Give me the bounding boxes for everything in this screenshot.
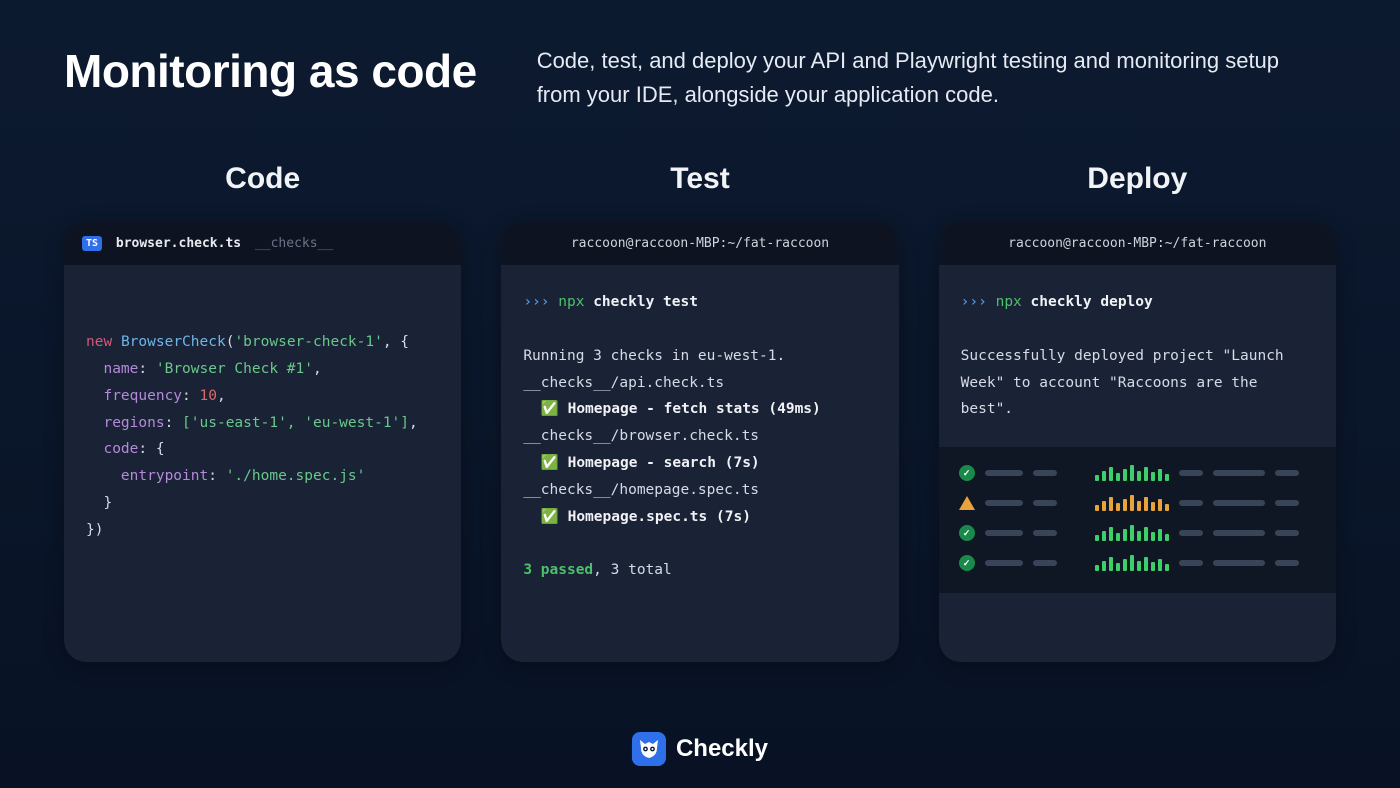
brand-logo: Checkly	[632, 732, 768, 766]
dashboard-row: ✓	[959, 555, 1316, 571]
code-filename: browser.check.ts	[116, 236, 241, 251]
status-ok-icon: ✓	[959, 555, 975, 571]
sparkline-bars	[1095, 495, 1169, 511]
code-snippet: new BrowserCheck('browser-check-1', { na…	[64, 265, 461, 662]
deploy-card: raccoon@raccoon-MBP:~/fat-raccoon ››› np…	[939, 222, 1336, 662]
dashboard-row	[959, 495, 1316, 511]
code-card-header: TS browser.check.ts __checks__	[64, 222, 461, 265]
test-card: raccoon@raccoon-MBP:~/fat-raccoon ››› np…	[501, 222, 898, 662]
deploy-dashboard-illustration: ✓ ✓ ✓	[939, 447, 1336, 593]
check-pass-icon: ✅	[541, 455, 559, 471]
deploy-output: ››› npx checkly deploy Successfully depl…	[939, 265, 1336, 447]
page-title: Monitoring as code	[64, 44, 477, 112]
code-card: TS browser.check.ts __checks__ new Brows…	[64, 222, 461, 662]
test-output: ››› npx checkly test Running 3 checks in…	[501, 265, 898, 662]
page-subtitle: Code, test, and deploy your API and Play…	[537, 44, 1297, 112]
status-warn-icon	[959, 496, 975, 510]
column-code: Code TS browser.check.ts __checks__ new …	[64, 162, 461, 662]
deploy-terminal-title: raccoon@raccoon-MBP:~/fat-raccoon	[939, 222, 1336, 265]
status-ok-icon: ✓	[959, 465, 975, 481]
check-pass-icon: ✅	[541, 401, 559, 417]
hero: Monitoring as code Code, test, and deplo…	[64, 44, 1336, 112]
sparkline-bars	[1095, 555, 1169, 571]
test-terminal-title: raccoon@raccoon-MBP:~/fat-raccoon	[501, 222, 898, 265]
code-folder: __checks__	[255, 236, 333, 251]
column-deploy-title: Deploy	[1087, 162, 1187, 196]
sparkline-bars	[1095, 525, 1169, 541]
status-ok-icon: ✓	[959, 525, 975, 541]
sparkline-bars	[1095, 465, 1169, 481]
dashboard-row: ✓	[959, 525, 1316, 541]
columns: Code TS browser.check.ts __checks__ new …	[64, 162, 1336, 662]
column-deploy: Deploy raccoon@raccoon-MBP:~/fat-raccoon…	[939, 162, 1336, 662]
column-test-title: Test	[670, 162, 729, 196]
column-test: Test raccoon@raccoon-MBP:~/fat-raccoon ›…	[501, 162, 898, 662]
check-pass-icon: ✅	[541, 509, 559, 525]
brand-name: Checkly	[676, 735, 768, 763]
raccoon-icon	[632, 732, 666, 766]
dashboard-row: ✓	[959, 465, 1316, 481]
typescript-badge: TS	[82, 236, 102, 251]
column-code-title: Code	[225, 162, 300, 196]
